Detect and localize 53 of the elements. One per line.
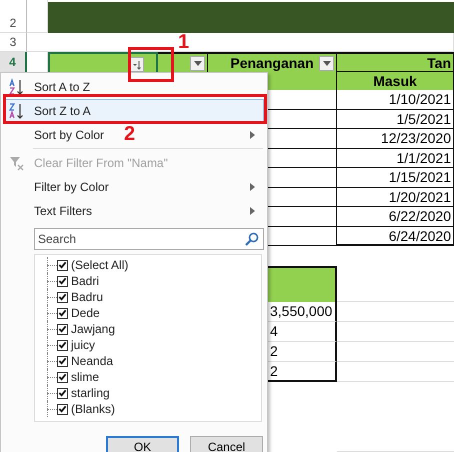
sort-icon [8, 78, 26, 96]
menu-item[interactable]: Filter by Color [34, 180, 109, 194]
checkbox-label[interactable]: juicy [68, 338, 96, 352]
date-cell: 1/5/2021 [337, 110, 454, 129]
date-cell: 1/20/2021 [337, 188, 454, 207]
caret-icon [322, 61, 330, 66]
checkbox-label[interactable]: Jawjang [68, 322, 116, 336]
clear-filter-icon [9, 154, 25, 170]
checkbox-label[interactable]: Badri [68, 274, 100, 288]
search-icon [245, 232, 259, 246]
checkbox[interactable] [57, 356, 68, 366]
checkbox-label[interactable]: Badru [68, 290, 104, 304]
sort-icon [8, 102, 26, 120]
date-cell: 1/10/2021 [337, 90, 454, 110]
annotation-number: 1 [178, 32, 190, 52]
column-header: Masuk [337, 71, 454, 90]
filter-dropdown-button[interactable] [190, 56, 205, 71]
column-header: Tan [337, 52, 454, 71]
checkbox[interactable] [57, 260, 68, 270]
checkbox[interactable] [57, 276, 68, 286]
checkbox[interactable] [57, 372, 68, 382]
cancel-button[interactable]: Cancel [190, 436, 263, 452]
date-cell: 1/15/2021 [337, 168, 454, 188]
column-header: Penanganan [230, 55, 314, 71]
checkbox-label[interactable]: (Blanks) [68, 402, 116, 416]
date-cell: 1/1/2021 [337, 148, 454, 168]
checkbox[interactable] [57, 404, 68, 414]
ok-button[interactable]: OK [106, 436, 179, 452]
checkbox-label[interactable]: Dede [68, 306, 100, 320]
menu-item[interactable]: Sort Z to A [34, 104, 91, 118]
checkbox[interactable] [57, 308, 68, 318]
sort-arrow-icon [132, 60, 142, 70]
checkbox-label[interactable]: starling [68, 386, 110, 400]
menu-item[interactable]: Sort by Color [34, 128, 104, 142]
menu-item[interactable]: Text Filters [34, 204, 92, 218]
checkbox[interactable] [57, 340, 68, 350]
date-cell: 6/24/2020 [337, 226, 454, 246]
checkbox[interactable] [57, 388, 68, 398]
search-field[interactable]: Search [34, 228, 264, 250]
checkbox-label[interactable]: (Select All) [68, 258, 128, 272]
checkbox-label[interactable]: slime [68, 370, 100, 384]
annotation-number: 2 [124, 124, 136, 144]
checkbox-label[interactable]: Neanda [68, 354, 114, 368]
filter-dropdown-button[interactable] [319, 56, 334, 71]
row-number[interactable]: 3 [0, 33, 27, 52]
annotation-box [128, 47, 174, 82]
caret-icon [194, 61, 202, 66]
date-cell: 6/22/2020 [337, 207, 454, 226]
checkbox[interactable] [57, 292, 68, 302]
date-cell: 12/23/2020 [337, 129, 454, 148]
row-number[interactable]: 2 [0, 0, 27, 33]
menu-item[interactable]: Sort A to Z [34, 80, 90, 94]
checkbox[interactable] [57, 324, 68, 334]
